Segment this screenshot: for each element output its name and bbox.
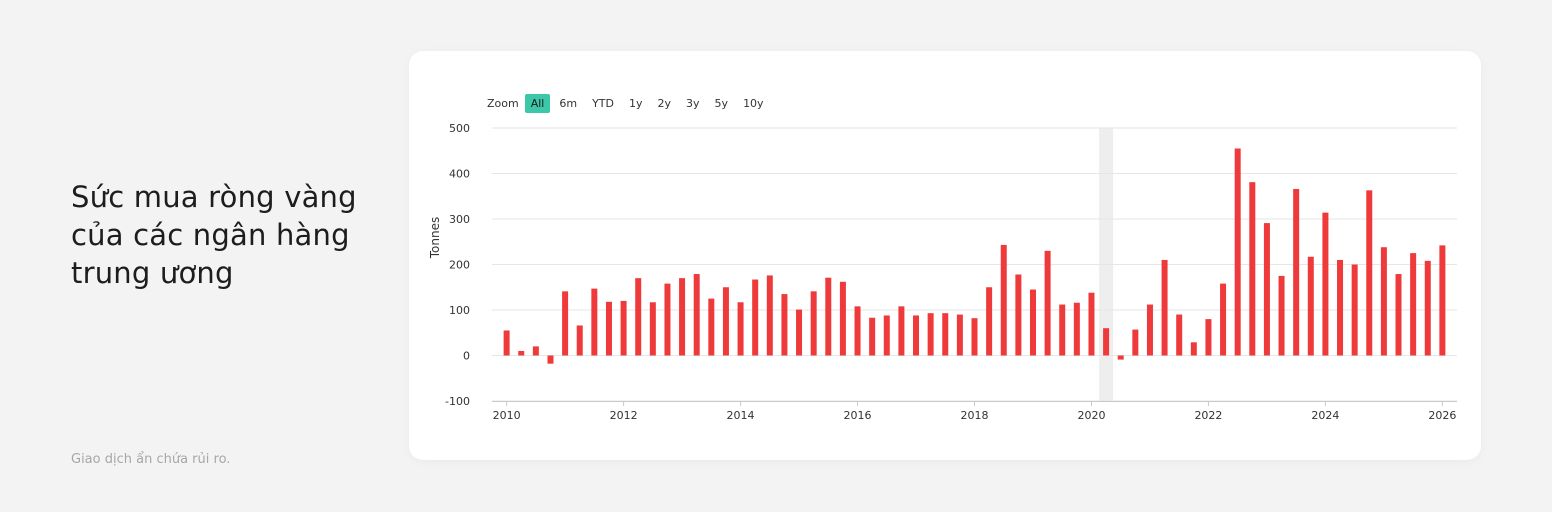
bar [1205, 319, 1212, 356]
bar [635, 278, 642, 356]
bar [576, 325, 583, 356]
bar [796, 309, 803, 356]
y-tick-label: 400 [449, 168, 470, 181]
bar [898, 306, 905, 356]
bar [1190, 342, 1197, 356]
bar [1337, 259, 1344, 356]
zoom-label: Zoom [487, 97, 519, 110]
headline-line: trung ương [71, 256, 234, 290]
bar [1132, 329, 1139, 356]
y-tick-label: 300 [449, 213, 470, 226]
bar [1307, 256, 1314, 356]
bar [693, 274, 700, 356]
bar [1249, 182, 1256, 356]
bar [664, 283, 671, 356]
bar [1117, 355, 1124, 360]
bar [1059, 304, 1066, 356]
chart-card: 500 400 300 200 100 0 -100 2010 2012 2014 2016 2018… [409, 51, 1481, 460]
bar [620, 300, 627, 356]
bar [562, 291, 569, 356]
bar [1044, 250, 1051, 356]
y-tick-label: -100 [445, 395, 470, 408]
bar [1351, 264, 1358, 356]
x-tick-label: 2024 [1311, 409, 1339, 422]
bar [1234, 148, 1241, 356]
bar [825, 277, 832, 356]
bar [810, 291, 817, 356]
bar [986, 287, 993, 356]
page-headline: Sức mua ròng vàng của các ngân hàng trun… [71, 178, 391, 292]
x-tick-label: 2022 [1194, 409, 1222, 422]
bar [1424, 260, 1431, 356]
y-tick-label: 100 [449, 304, 470, 317]
bar [605, 301, 612, 356]
bar [1322, 212, 1329, 356]
bar [1015, 274, 1022, 356]
bar [1073, 302, 1080, 356]
bar [722, 287, 729, 356]
headline-line: của các ngân hàng [71, 218, 350, 252]
bar [1146, 304, 1153, 356]
bar [1410, 253, 1417, 356]
bar [869, 317, 876, 356]
risk-disclaimer: Giao dịch ẩn chứa rủi ro. [71, 452, 231, 467]
bar [737, 302, 744, 356]
zoom-option-10y[interactable]: 10y [737, 94, 770, 113]
x-tick-label: 2020 [1077, 409, 1105, 422]
bar [752, 279, 759, 356]
bar [547, 355, 554, 364]
bar [971, 318, 978, 356]
bar [1439, 245, 1446, 356]
x-tick-label: 2018 [961, 409, 989, 422]
bar [942, 313, 949, 356]
bar [1278, 275, 1285, 356]
zoom-selector: Zoom All 6m YTD 1y 2y 3y 5y 10y [487, 94, 773, 113]
bar [708, 298, 715, 356]
zoom-option-ytd[interactable]: YTD [586, 94, 620, 113]
zoom-option-6m[interactable]: 6m [553, 94, 583, 113]
bar [781, 294, 788, 356]
bar [1000, 244, 1007, 356]
bar [1161, 259, 1168, 356]
y-tick-label: 0 [463, 350, 470, 363]
bar [1366, 190, 1373, 356]
bar [679, 278, 686, 356]
bar [518, 350, 525, 356]
bar [1103, 328, 1110, 356]
bar [649, 302, 656, 356]
x-tick-label: 2016 [844, 409, 872, 422]
bar [927, 313, 934, 356]
bar [503, 330, 510, 356]
zoom-option-2y[interactable]: 2y [652, 94, 678, 113]
bar [1293, 188, 1300, 356]
bar [532, 346, 539, 356]
bar [956, 314, 963, 356]
x-tick-label: 2012 [610, 409, 638, 422]
bar [1176, 314, 1183, 356]
bar [1263, 223, 1270, 356]
bar [766, 275, 773, 356]
zoom-option-3y[interactable]: 3y [680, 94, 706, 113]
x-tick-label: 2026 [1428, 409, 1456, 422]
y-axis-title: Tonnes [428, 217, 442, 259]
zoom-option-all[interactable]: All [524, 94, 551, 113]
bar [854, 306, 861, 356]
bar [883, 315, 890, 356]
x-tick-label: 2014 [727, 409, 755, 422]
bar [1395, 274, 1402, 356]
bar [839, 281, 846, 356]
bar [1029, 289, 1036, 356]
y-tick-label: 500 [449, 122, 470, 135]
bar [1380, 247, 1387, 356]
y-tick-label: 200 [449, 259, 470, 272]
zoom-option-1y[interactable]: 1y [623, 94, 649, 113]
bar [1220, 283, 1227, 356]
zoom-option-5y[interactable]: 5y [709, 94, 735, 113]
bar [913, 315, 920, 356]
bar [591, 288, 598, 356]
headline-line: Sức mua ròng vàng [71, 180, 357, 214]
x-tick-label: 2010 [493, 409, 521, 422]
bar [1088, 292, 1095, 356]
